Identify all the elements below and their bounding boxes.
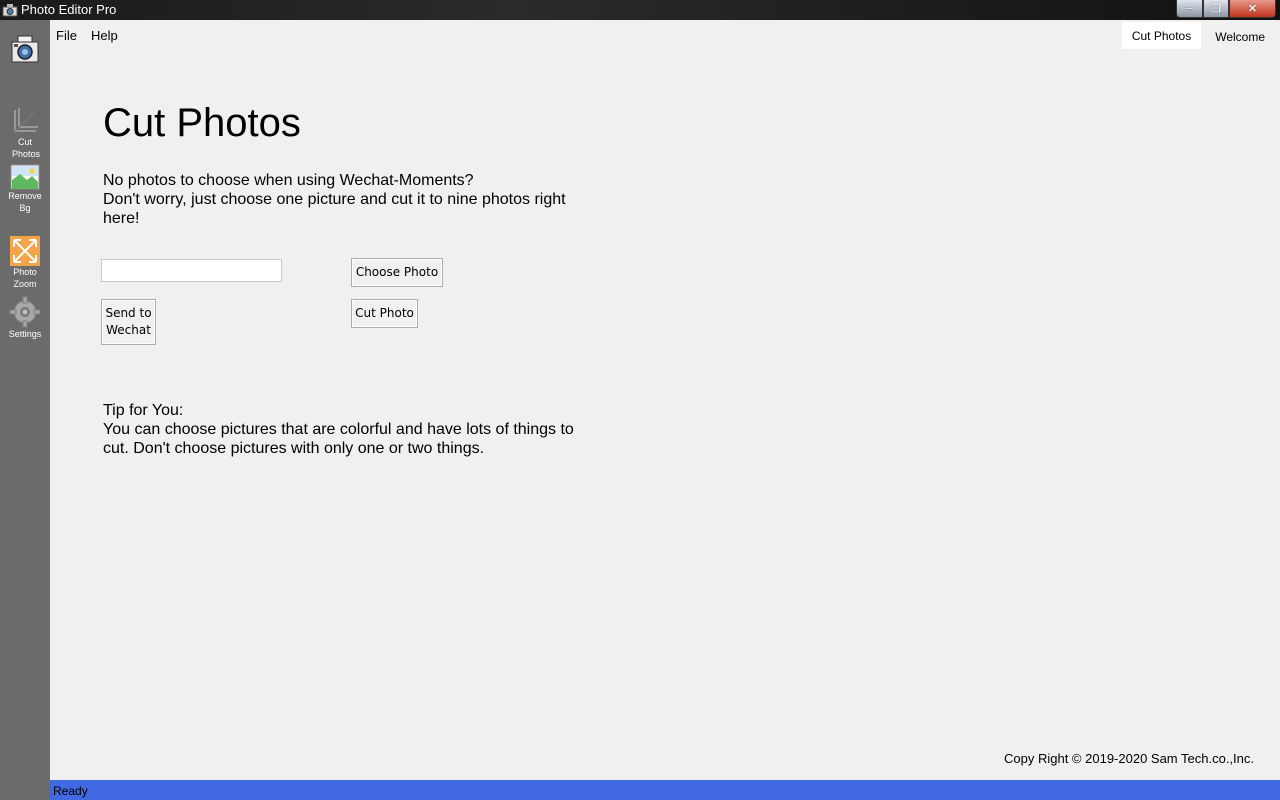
send-to-wechat-label-line-1: Send to (105, 306, 152, 320)
menu-file[interactable]: File (56, 28, 77, 43)
maximize-button[interactable]: ❐ (1203, 0, 1229, 18)
copyright-text: Copy Right © 2019-2020 Sam Tech.co.,Inc. (1004, 751, 1254, 766)
send-to-wechat-button[interactable]: Send to Wechat (101, 299, 156, 345)
sidebar: Cut Photos Remove Bg Photo Zoom Settings (0, 20, 50, 800)
tip-body: You can choose pictures that are colorfu… (103, 421, 574, 457)
photo-path-input[interactable] (101, 259, 282, 282)
sidebar-item-label: Remove Bg (8, 191, 42, 213)
app-camera-icon (2, 4, 18, 17)
tab-strip: Cut Photos Welcome (1121, 22, 1275, 49)
sidebar-item-settings[interactable]: Settings (0, 296, 50, 340)
camera-icon (11, 35, 39, 63)
sidebar-item-photo-zoom[interactable]: Photo Zoom (0, 236, 50, 290)
status-text: Ready (53, 784, 88, 798)
sidebar-item-cut-photos[interactable]: Cut Photos (0, 106, 50, 160)
description: No photos to choose when using Wechat-Mo… (103, 171, 603, 228)
tip-title: Tip for You: (103, 402, 184, 419)
description-line-2: Don't worry, just choose one picture and… (103, 191, 566, 227)
close-icon: ✕ (1247, 3, 1258, 15)
sidebar-item-label: Settings (8, 329, 42, 339)
close-button[interactable]: ✕ (1229, 0, 1276, 18)
restore-icon: ❐ (1211, 3, 1221, 15)
minimize-icon: ─ (1185, 2, 1194, 15)
landscape-icon (10, 164, 40, 190)
choose-photo-button[interactable]: Choose Photo (351, 258, 443, 287)
tab-welcome[interactable]: Welcome (1205, 22, 1275, 49)
sidebar-item-home[interactable] (0, 34, 50, 68)
menu-help[interactable]: Help (91, 28, 118, 43)
minimize-button[interactable]: ─ (1176, 0, 1203, 18)
tab-cut-photos[interactable]: Cut Photos (1121, 22, 1202, 49)
page-title: Cut Photos (103, 101, 301, 145)
sidebar-item-label: Cut Photos (12, 137, 41, 159)
expand-arrows-icon (10, 236, 40, 266)
gear-icon (9, 296, 41, 328)
sidebar-item-label: Photo Zoom (13, 267, 37, 289)
send-to-wechat-label-line-2: Wechat (106, 323, 151, 337)
title-bar: Photo Editor Pro ─ ❐ ✕ (0, 0, 1280, 20)
sidebar-item-remove-bg[interactable]: Remove Bg (0, 164, 50, 214)
status-bar: Ready (50, 780, 1280, 800)
window-title: Photo Editor Pro (21, 2, 117, 17)
tip-section: Tip for You: You can choose pictures tha… (103, 401, 603, 458)
description-line-1: No photos to choose when using Wechat-Mo… (103, 172, 474, 189)
crop-icon (14, 108, 38, 132)
cut-photo-button[interactable]: Cut Photo (351, 299, 418, 328)
